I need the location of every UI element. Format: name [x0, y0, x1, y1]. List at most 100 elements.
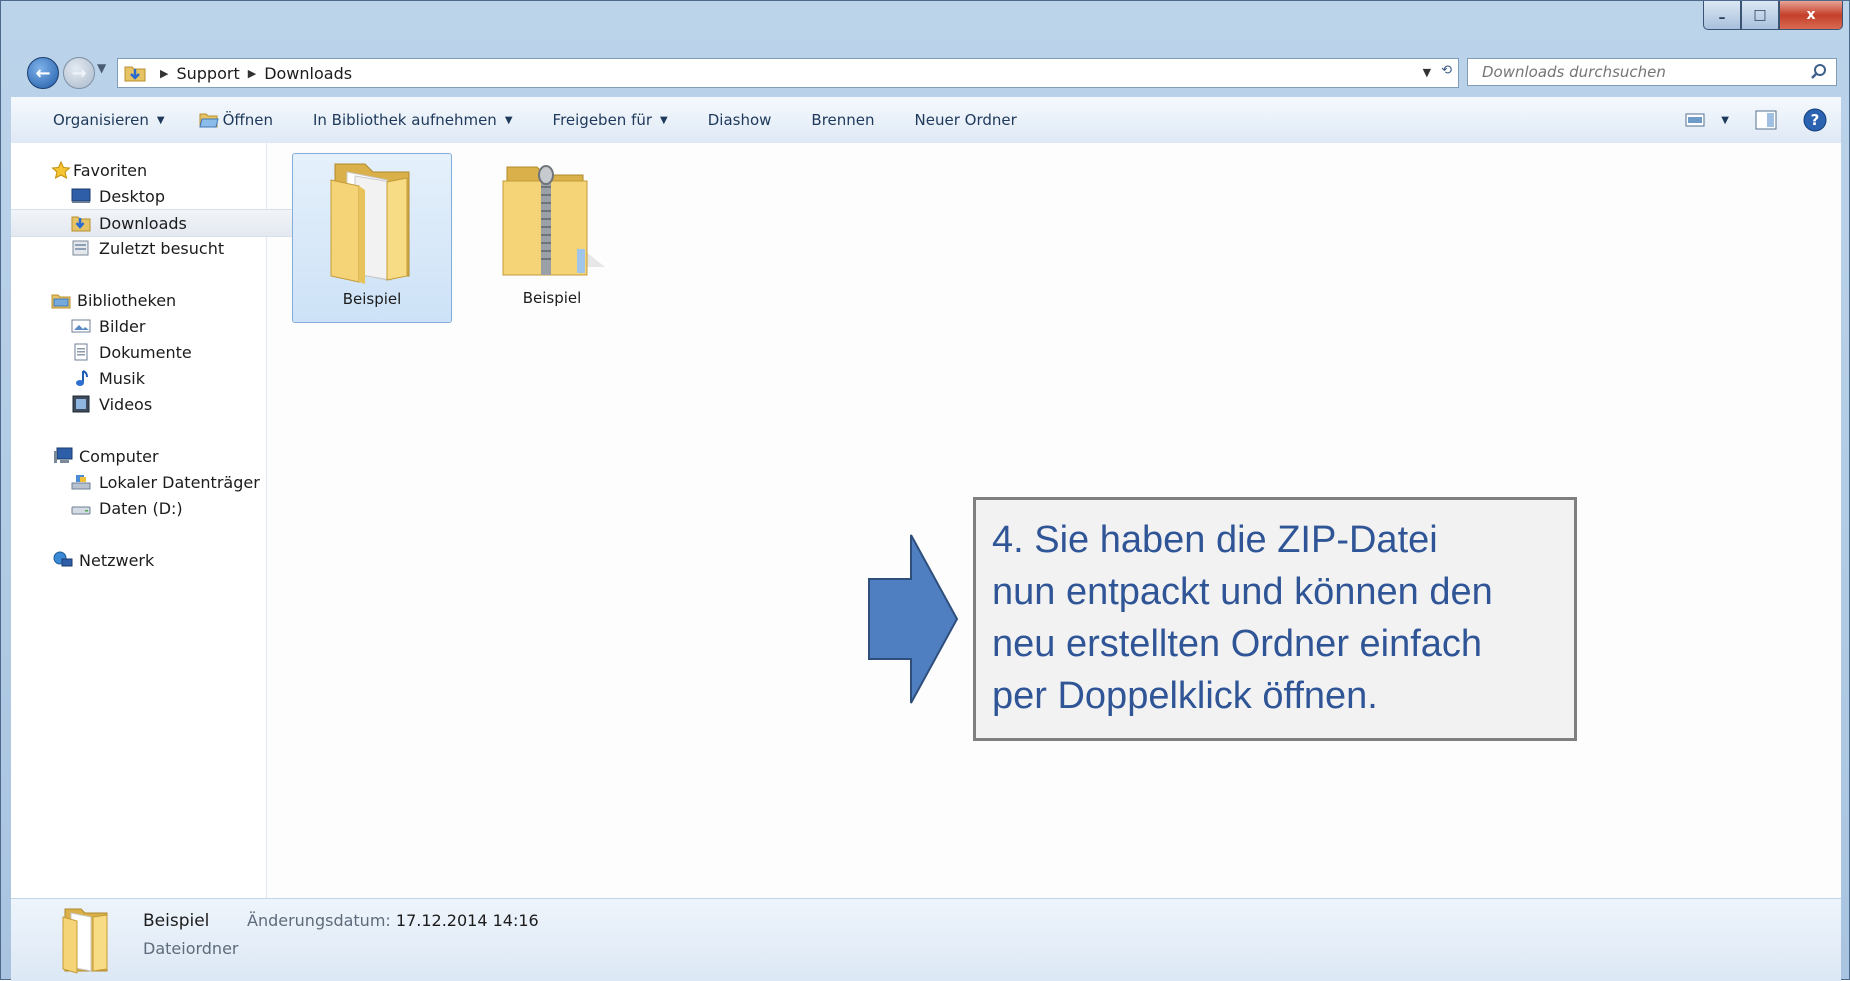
chevron-down-icon: ▼	[660, 114, 668, 126]
preview-pane-icon[interactable]	[1755, 110, 1777, 130]
nav-desktop-label: Desktop	[99, 186, 165, 206]
recent-places-icon	[72, 240, 89, 256]
chevron-down-icon: ▼	[504, 114, 513, 126]
minimize-icon: –	[1718, 10, 1726, 26]
instruction-callout: 4. Sie haben die ZIP-Datei nun entpackt …	[973, 497, 1577, 741]
documents-icon	[74, 343, 88, 361]
share-label: Freigeben für	[552, 111, 653, 129]
title-bar[interactable]: – □ x	[1, 1, 1849, 49]
details-pane: Beispiel Änderungsdatum: 17.12.2014 14:1…	[11, 898, 1841, 981]
details-date-value: 17.12.2014 14:16	[395, 911, 539, 930]
search-icon[interactable]	[1810, 63, 1828, 81]
details-file-type: Dateiordner	[143, 939, 239, 958]
arrow-right-icon: →	[71, 62, 87, 84]
nav-local-disk[interactable]: Lokaler Datenträger	[11, 469, 326, 495]
nav-pictures-label: Bilder	[99, 316, 146, 336]
music-icon	[76, 370, 88, 386]
callout-line: 4. Sie haben die ZIP-Datei	[992, 519, 1438, 561]
share-button[interactable]: Freigeben für ▼	[553, 111, 668, 129]
nav-music[interactable]: Musik	[11, 365, 326, 391]
slideshow-button[interactable]: Diashow	[708, 111, 772, 129]
include-library-label: In Bibliothek aufnehmen	[312, 111, 497, 129]
svg-text:?: ?	[1811, 111, 1820, 129]
nav-favorites[interactable]: Favoriten	[11, 157, 306, 183]
file-item-folder[interactable]: Beispiel	[292, 153, 452, 323]
computer-icon	[54, 447, 73, 463]
open-label: Öffnen	[222, 111, 273, 129]
include-library-button[interactable]: In Bibliothek aufnehmen ▼	[313, 111, 513, 129]
selected-folder-thumbnail-icon	[62, 908, 108, 974]
nav-data-drive[interactable]: Daten (D:)	[11, 495, 326, 521]
nav-downloads[interactable]: Downloads	[11, 209, 326, 237]
nav-downloads-label: Downloads	[99, 213, 187, 233]
nav-data-drive-label: Daten (D:)	[99, 498, 183, 518]
organize-label: Organisieren	[53, 111, 149, 129]
videos-icon	[72, 395, 90, 413]
network-icon	[53, 551, 73, 567]
downloads-folder-icon	[124, 66, 146, 82]
star-icon	[51, 161, 71, 179]
breadcrumb-support[interactable]: Support	[176, 64, 239, 83]
refresh-icon[interactable]: ⟲	[1441, 63, 1452, 79]
details-date-label: Änderungsdatum:	[247, 911, 391, 930]
callout-line: per Doppelklick öffnen.	[992, 675, 1378, 717]
window-controls: – □ x	[1703, 1, 1843, 30]
breadcrumb-downloads[interactable]: Downloads	[264, 64, 352, 83]
nav-local-disk-label: Lokaler Datenträger	[99, 472, 260, 492]
zip-folder-icon	[502, 165, 605, 276]
nav-videos[interactable]: Videos	[11, 391, 326, 417]
minimize-button[interactable]: –	[1703, 1, 1741, 30]
pointer-arrow	[868, 534, 959, 704]
address-bar[interactable]: ▶ Support ▶ Downloads ▼ ⟲	[117, 58, 1459, 88]
nav-documents-label: Dokumente	[99, 342, 192, 362]
chevron-down-icon: ▼	[97, 61, 107, 75]
chevron-down-icon: ▼	[1721, 114, 1729, 126]
history-dropdown-button[interactable]: ▼	[97, 61, 106, 75]
nav-libraries-label: Bibliotheken	[77, 290, 177, 310]
nav-favorites-label: Favoriten	[73, 160, 148, 180]
nav-music-label: Musik	[99, 368, 145, 388]
new-folder-button[interactable]: Neuer Ordner	[915, 111, 1017, 129]
file-item-zip[interactable]: Beispiel	[472, 153, 632, 323]
back-button[interactable]: ←	[27, 57, 59, 89]
nav-documents[interactable]: Dokumente	[11, 339, 326, 365]
close-icon: x	[1806, 7, 1816, 23]
search-box	[1467, 58, 1837, 86]
search-input[interactable]	[1480, 62, 1804, 82]
nav-network[interactable]: Netzwerk	[11, 547, 308, 573]
burn-button[interactable]: Brennen	[811, 111, 874, 129]
maximize-icon: □	[1753, 7, 1767, 23]
navigation-pane: Favoriten Desktop Downloads Zuletzt besu…	[11, 143, 326, 898]
maximize-button[interactable]: □	[1741, 1, 1779, 30]
open-button[interactable]: Öffnen	[198, 111, 273, 129]
downloads-folder-icon	[71, 216, 91, 232]
details-file-name: Beispiel	[143, 911, 210, 931]
view-icon	[1685, 113, 1705, 127]
command-bar: Organisieren ▼ Öffnen In Bibliothek aufn…	[11, 97, 1841, 144]
change-view-button[interactable]: ▼	[1685, 112, 1729, 128]
nav-recent[interactable]: Zuletzt besucht	[11, 235, 326, 261]
content-area: Favoriten Desktop Downloads Zuletzt besu…	[11, 143, 1841, 898]
help-icon[interactable]: ?	[1803, 108, 1827, 132]
arrow-left-icon: ←	[35, 62, 51, 84]
nav-pictures[interactable]: Bilder	[11, 313, 326, 339]
new-folder-label: Neuer Ordner	[914, 111, 1017, 129]
address-row: ← → ▼ ▶ Support ▶ Downloads ▼ ⟲	[1, 53, 1849, 91]
open-folder-icon	[198, 113, 219, 128]
slideshow-label: Diashow	[707, 111, 772, 129]
callout-line: neu erstellten Ordner einfach	[992, 623, 1483, 665]
folder-icon	[330, 163, 410, 284]
forward-button[interactable]: →	[63, 57, 95, 89]
nav-desktop[interactable]: Desktop	[11, 183, 326, 209]
nav-libraries[interactable]: Bibliotheken	[11, 287, 306, 313]
pictures-icon	[71, 319, 91, 333]
nav-computer[interactable]: Computer	[11, 443, 308, 469]
breadcrumb-separator-icon: ▶	[160, 66, 169, 80]
close-button[interactable]: x	[1779, 1, 1843, 30]
file-item-zip-label: Beispiel	[522, 289, 582, 307]
libraries-icon	[51, 294, 71, 309]
nav-recent-label: Zuletzt besucht	[99, 238, 225, 258]
organize-button[interactable]: Organisieren ▼	[53, 111, 165, 129]
explorer-window: – □ x ← → ▼ ▶ Support ▶ Downloads ▼ ⟲ Do…	[0, 0, 1850, 981]
address-dropdown-icon[interactable]: ▼	[1423, 66, 1431, 79]
